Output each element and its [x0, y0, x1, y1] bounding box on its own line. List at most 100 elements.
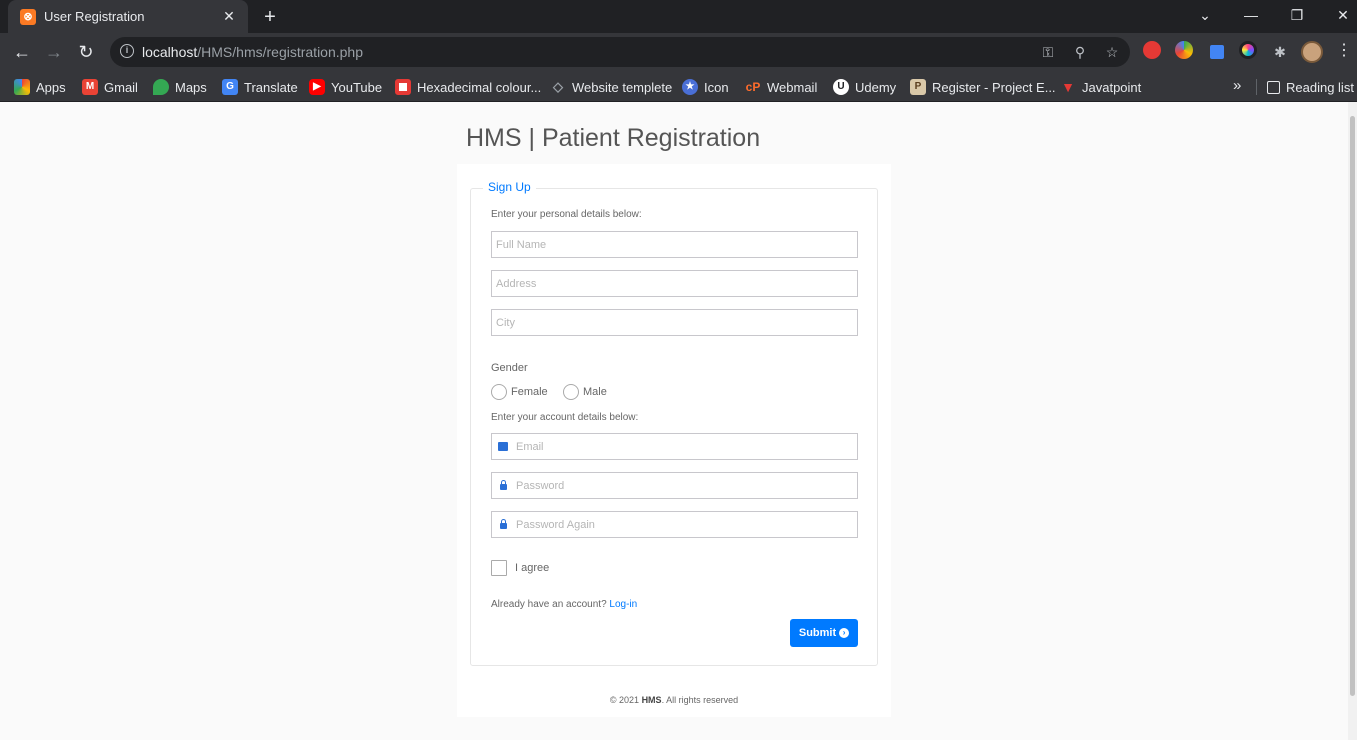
- bookmark-label: Webmail: [767, 79, 818, 95]
- login-prompt: Already have an account? Log-in: [491, 599, 637, 610]
- tab-search-icon[interactable]: ⌄: [1190, 4, 1220, 26]
- reading-list-icon: [1267, 80, 1280, 94]
- diamond-icon: ◇: [553, 79, 563, 94]
- youtube-icon: ▶: [309, 79, 325, 95]
- bookmark-label: Hexadecimal colour...: [417, 79, 542, 95]
- translate-icon: G: [222, 79, 238, 95]
- bookmark-label: Register - Project E...: [932, 79, 1056, 95]
- bookmark-webmail[interactable]: cP Webmail: [745, 76, 818, 98]
- copyright-suffix: . All rights reserved: [661, 695, 739, 705]
- apps-grid-icon: [14, 79, 30, 95]
- bookmark-hex-colour[interactable]: Hexadecimal colour...: [395, 76, 541, 98]
- full-name-input[interactable]: [492, 232, 857, 257]
- bookmark-website-template[interactable]: ◇ Website templete: [550, 76, 672, 98]
- email-input[interactable]: [492, 434, 857, 459]
- bookmark-label: Translate: [244, 79, 298, 95]
- gender-female-radio[interactable]: [491, 384, 507, 400]
- password-again-input[interactable]: [492, 512, 857, 537]
- udemy-icon: U: [833, 79, 849, 95]
- gender-label: Gender: [491, 362, 528, 374]
- city-input[interactable]: [492, 310, 857, 335]
- scrollbar-thumb[interactable]: [1350, 116, 1355, 696]
- email-field[interactable]: [491, 433, 858, 460]
- key-icon[interactable]: ⚿: [1038, 42, 1058, 62]
- bookmark-udemy[interactable]: U Udemy: [833, 76, 896, 98]
- full-name-field[interactable]: [491, 231, 858, 258]
- password-again-field[interactable]: [491, 511, 858, 538]
- bookmark-label: Javatpoint: [1082, 79, 1142, 95]
- submit-button[interactable]: Submit ›: [790, 619, 858, 647]
- copyright-brand: HMS: [641, 695, 662, 705]
- bookmark-youtube[interactable]: ▶ YouTube: [309, 76, 382, 98]
- gender-female-label[interactable]: Female: [511, 386, 548, 398]
- personal-details-hint: Enter your personal details below:: [491, 209, 642, 220]
- city-field[interactable]: [491, 309, 858, 336]
- color-extension-icon[interactable]: [1175, 41, 1193, 59]
- password-field[interactable]: [491, 472, 858, 499]
- address-input[interactable]: [492, 271, 857, 296]
- xampp-icon: ⊗: [20, 9, 36, 25]
- hex-colour-icon: [395, 79, 411, 95]
- bookmark-gmail[interactable]: M Gmail: [82, 76, 138, 98]
- bookmark-translate[interactable]: G Translate: [222, 76, 298, 98]
- pen-extension-icon[interactable]: [1210, 45, 1224, 59]
- bookmark-label: Apps: [36, 79, 66, 95]
- bookmark-maps[interactable]: Maps: [153, 76, 207, 98]
- reading-list-button[interactable]: Reading list: [1267, 76, 1354, 98]
- submit-label: Submit: [798, 627, 837, 639]
- minimize-icon[interactable]: —: [1236, 4, 1266, 26]
- page-scrollbar[interactable]: [1348, 102, 1357, 740]
- login-link[interactable]: Log-in: [609, 599, 637, 610]
- agree-checkbox[interactable]: [491, 560, 507, 576]
- zoom-icon[interactable]: ⚲: [1070, 42, 1090, 62]
- agree-label[interactable]: I agree: [515, 562, 549, 574]
- bookmarks-bar: Apps M Gmail Maps G Translate ▶ YouTube …: [0, 71, 1357, 102]
- browser-tab[interactable]: ⊗ User Registration ✕: [8, 0, 248, 33]
- arrow-circle-right-icon: ›: [839, 628, 850, 638]
- gender-male-label[interactable]: Male: [583, 386, 607, 398]
- cpanel-icon: cP: [745, 80, 761, 94]
- tab-close-icon[interactable]: ✕: [220, 7, 238, 25]
- bookmark-apps[interactable]: Apps: [14, 76, 66, 98]
- signup-fieldset: Sign Up Enter your personal details belo…: [470, 180, 878, 666]
- close-window-icon[interactable]: ✕: [1328, 4, 1357, 26]
- bookmark-javatpoint[interactable]: ▼ Javatpoint: [1060, 76, 1141, 98]
- bookmark-icon[interactable]: ★ Icon: [682, 76, 729, 98]
- reload-icon[interactable]: ↻: [73, 39, 99, 65]
- browser-menu-icon[interactable]: ⋮: [1336, 41, 1352, 61]
- bookmark-label: Gmail: [104, 79, 138, 95]
- forward-icon[interactable]: →: [41, 39, 67, 65]
- address-field[interactable]: [491, 270, 858, 297]
- javatpoint-icon: ▼: [1061, 79, 1075, 95]
- page-viewport: HMS | Patient Registration Sign Up Enter…: [0, 102, 1348, 740]
- url-text[interactable]: localhost/HMS/hms/registration.php: [142, 44, 363, 60]
- gmail-icon: M: [82, 79, 98, 95]
- signup-legend: Sign Up: [483, 180, 536, 194]
- more-bookmarks-button[interactable]: »: [1233, 77, 1241, 94]
- new-tab-icon[interactable]: +: [258, 6, 282, 28]
- restore-icon[interactable]: ❐: [1282, 4, 1312, 26]
- star-badge-icon: ★: [682, 79, 698, 95]
- address-bar[interactable]: i localhost/HMS/hms/registration.php ⚿ ⚲…: [110, 37, 1130, 67]
- bookmarks-divider: [1256, 79, 1257, 95]
- password-input[interactable]: [492, 473, 857, 498]
- bookmark-star-icon[interactable]: ☆: [1102, 42, 1122, 62]
- bookmark-label: YouTube: [331, 79, 383, 95]
- page-title: HMS | Patient Registration: [466, 124, 761, 152]
- copyright-prefix: © 2021: [609, 695, 640, 705]
- bookmark-label: Udemy: [855, 79, 897, 95]
- extensions-puzzle-icon[interactable]: ✱: [1270, 42, 1290, 62]
- tab-title: User Registration: [44, 9, 145, 24]
- site-info-icon[interactable]: i: [120, 44, 134, 58]
- copyright-footer: © 2021 HMS. All rights reserved: [457, 695, 891, 705]
- project-icon: P: [910, 79, 926, 95]
- gender-male-radio[interactable]: [563, 384, 579, 400]
- colorzilla-extension-icon[interactable]: [1239, 41, 1257, 59]
- adblock-extension-icon[interactable]: [1143, 41, 1161, 59]
- already-account-text: Already have an account?: [491, 599, 607, 610]
- bookmark-register-project[interactable]: P Register - Project E...: [910, 76, 1056, 98]
- bookmark-label: Website templete: [572, 79, 673, 95]
- back-icon[interactable]: ←: [9, 39, 35, 65]
- registration-card: Sign Up Enter your personal details belo…: [457, 164, 891, 717]
- profile-avatar[interactable]: [1301, 41, 1323, 63]
